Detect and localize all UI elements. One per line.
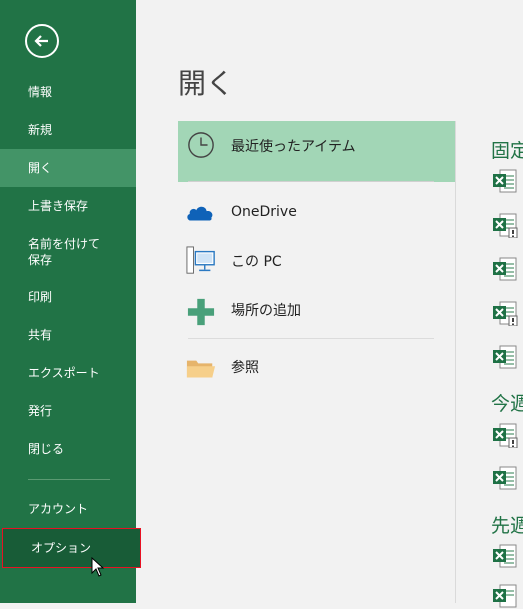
location-browse-label: 参照 <box>231 360 259 376</box>
page-title: 開く <box>178 67 235 100</box>
nav-divider <box>28 479 110 480</box>
location-recent-label: 最近使ったアイテム <box>231 139 356 155</box>
nav-save-as[interactable]: 名前を付けて 保存 <box>0 231 136 271</box>
location-divider <box>188 338 434 339</box>
excel-file-icon[interactable] <box>492 583 518 609</box>
excel-file-icon[interactable] <box>492 543 518 569</box>
onedrive-icon <box>187 206 213 221</box>
location-divider <box>188 181 434 182</box>
nav-info[interactable]: 情報 <box>0 73 136 111</box>
location-this-pc[interactable]: この PC <box>178 237 455 287</box>
nav-account[interactable]: アカウント <box>0 490 136 528</box>
location-add-place[interactable]: 場所の追加 <box>178 286 455 336</box>
nav-close[interactable]: 閉じる <box>0 430 136 468</box>
location-onedrive[interactable]: OneDrive <box>178 187 455 237</box>
nav-options[interactable]: オプション <box>2 528 141 568</box>
location-onedrive-label: OneDrive <box>231 204 297 220</box>
backstage-sidebar: 情報 新規 開く 上書き保存 名前を付けて 保存 印刷 共有 エクスポート 発行… <box>0 0 141 603</box>
nav-publish[interactable]: 発行 <box>0 392 136 430</box>
location-recent[interactable]: 最近使ったアイテム <box>178 121 455 182</box>
excel-file-icon[interactable] <box>492 465 518 491</box>
plus-icon <box>187 298 215 326</box>
excel-file-icon[interactable] <box>492 300 518 326</box>
nav-print[interactable]: 印刷 <box>0 278 136 316</box>
excel-file-icon[interactable] <box>492 256 518 282</box>
folder-icon <box>186 360 216 378</box>
nav-export[interactable]: エクスポート <box>0 354 136 392</box>
excel-file-icon[interactable] <box>492 168 518 194</box>
nav-save-as-line1: 名前を付けて <box>28 237 101 251</box>
nav-share[interactable]: 共有 <box>0 316 136 354</box>
excel-file-icon[interactable] <box>492 344 518 370</box>
back-arrow-icon <box>34 35 48 47</box>
location-add-place-label: 場所の追加 <box>231 303 301 319</box>
mouse-cursor-icon <box>91 557 105 577</box>
location-browse[interactable]: 参照 <box>178 343 455 393</box>
nav-open[interactable]: 開く <box>0 149 136 187</box>
excel-file-icon[interactable] <box>492 212 518 238</box>
this-pc-icon <box>186 246 215 274</box>
section-last-week: 先週 <box>491 515 523 537</box>
panel-separator <box>455 121 456 603</box>
section-pinned: 固定 <box>491 140 523 162</box>
location-this-pc-label: この PC <box>231 254 282 270</box>
section-this-week: 今週 <box>491 393 523 415</box>
back-button[interactable] <box>25 24 59 58</box>
nav-new[interactable]: 新規 <box>0 111 136 149</box>
nav-save[interactable]: 上書き保存 <box>0 187 136 225</box>
excel-file-icon[interactable] <box>492 422 518 448</box>
clock-icon <box>188 132 214 158</box>
nav-save-as-line2: 保存 <box>28 253 53 267</box>
